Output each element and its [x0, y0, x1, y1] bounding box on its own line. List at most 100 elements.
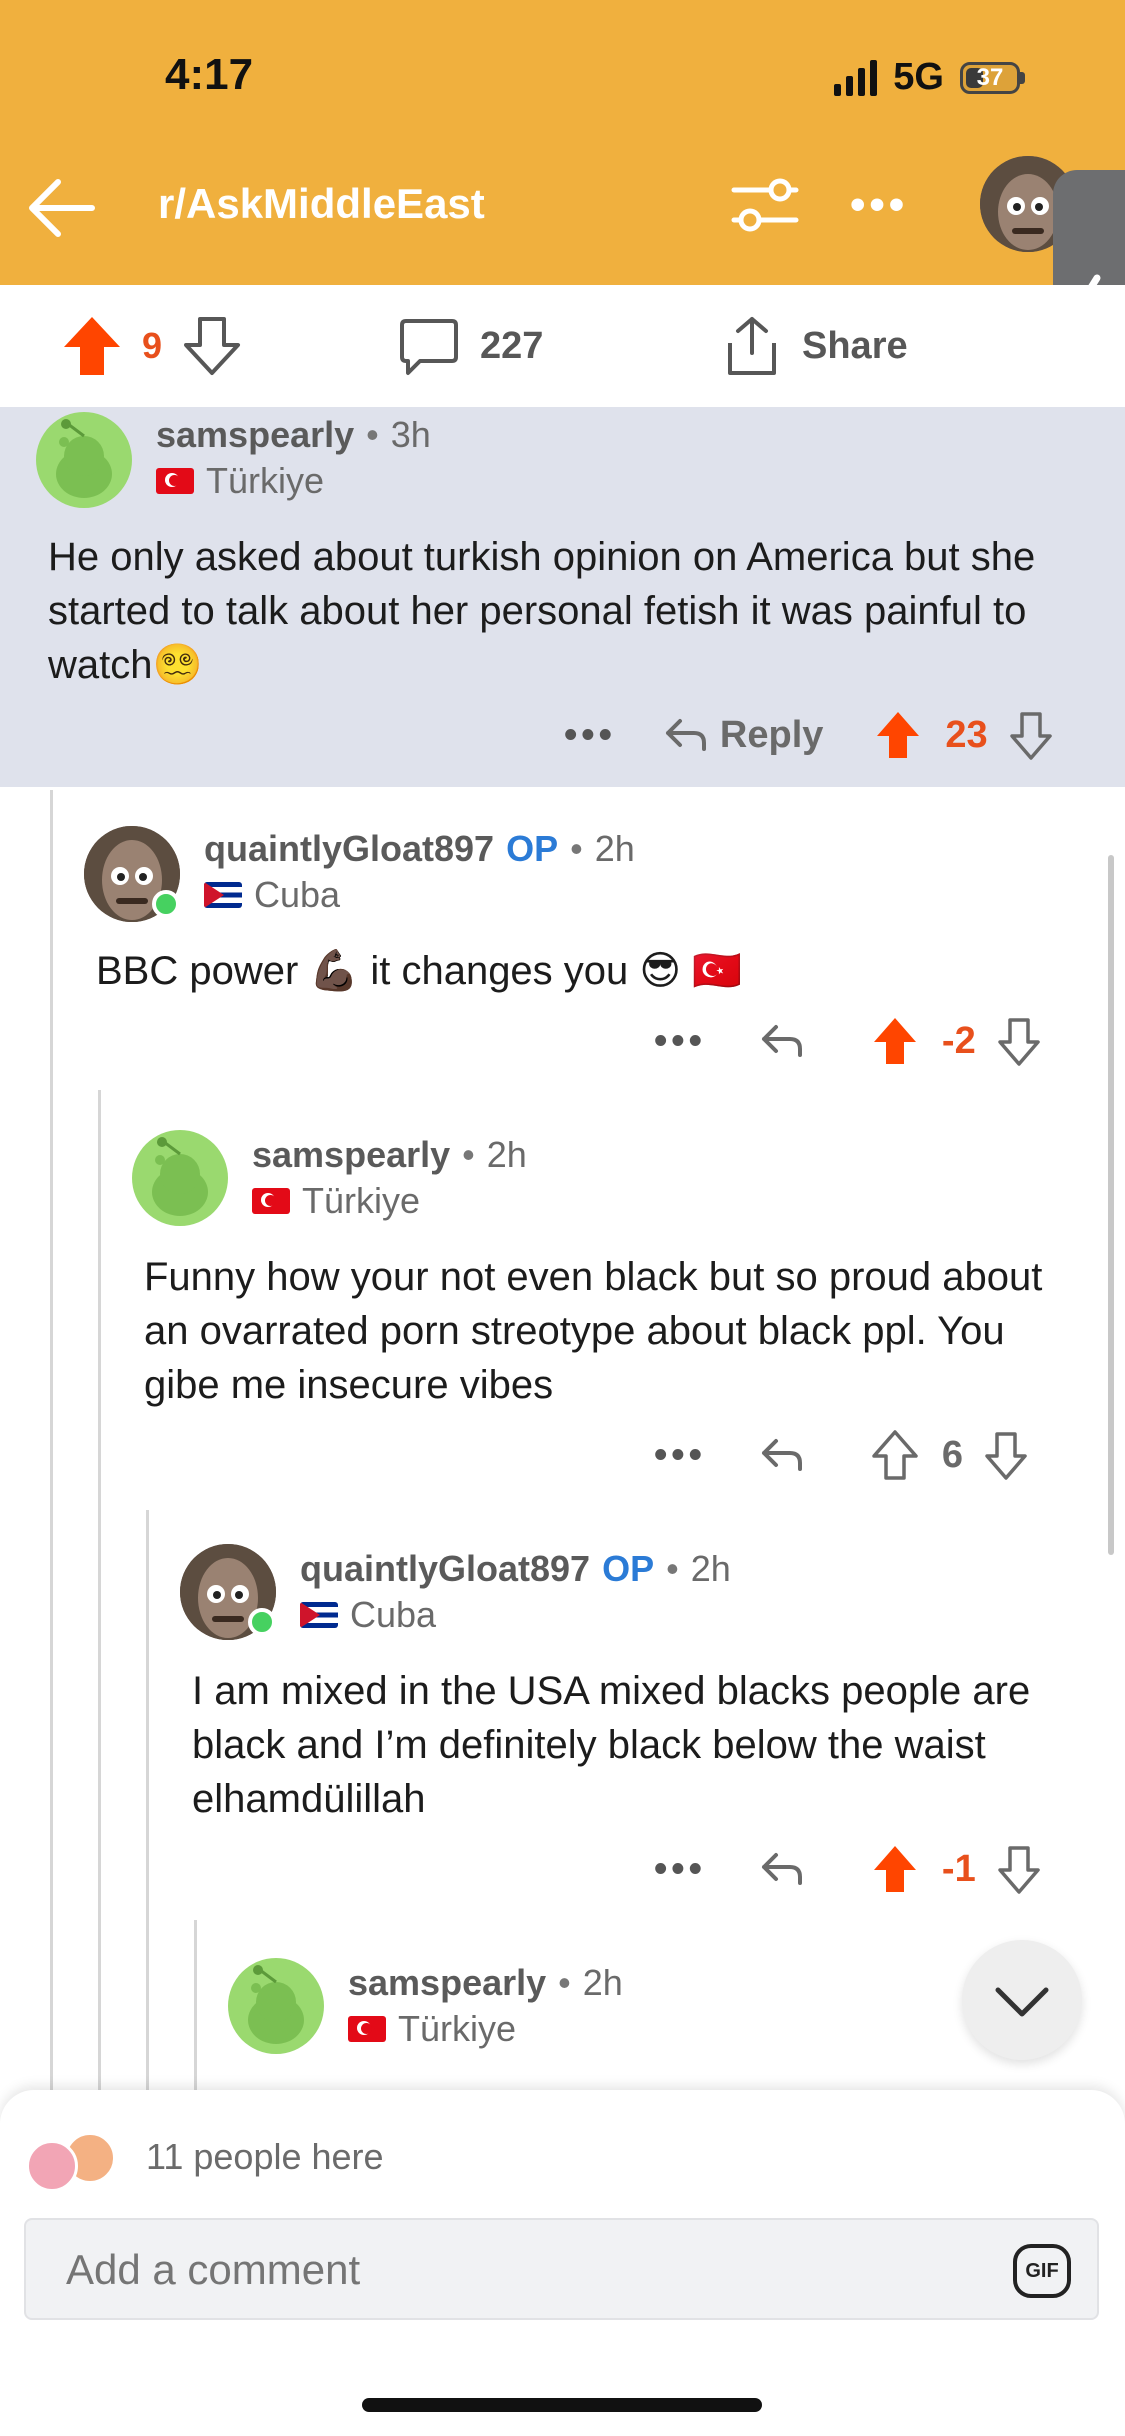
user-flair: Türkiye: [302, 1180, 421, 1221]
turkey-flag-icon: [348, 2016, 386, 2042]
scrollbar[interactable]: [1108, 855, 1114, 1555]
comment-toolbar: ••• -1: [654, 1844, 1042, 1894]
reply-icon[interactable]: [760, 1849, 804, 1889]
comment-toolbar: ••• -2: [654, 1016, 1042, 1066]
op-badge: OP: [506, 828, 559, 869]
user-flair: Türkiye: [398, 2008, 517, 2049]
comment-bubble-icon: [400, 319, 458, 375]
thread-line: [146, 1510, 149, 2090]
signal-icon: [834, 59, 878, 96]
back-arrow-icon[interactable]: [22, 168, 102, 248]
downvote-icon[interactable]: [1008, 710, 1054, 760]
comment-header: quaintlyGloat897 OP • 2h Cuba: [300, 1548, 731, 1635]
downvote-icon[interactable]: [182, 315, 242, 377]
gif-label: GIF: [1025, 2259, 1059, 2282]
post-upvote-count: 9: [142, 325, 163, 366]
more-icon[interactable]: •••: [654, 1848, 706, 1891]
online-indicator: [248, 1608, 276, 1636]
presence-count: 11 people here: [146, 2136, 384, 2177]
downvote-icon[interactable]: [996, 1844, 1042, 1894]
more-options-icon[interactable]: •••: [850, 180, 908, 230]
thread-line: [50, 790, 53, 2090]
snoo-avatar-icon: [152, 1137, 208, 1216]
comment-body: He only asked about turkish opinion on A…: [48, 535, 1036, 687]
network-type: 5G: [893, 56, 944, 98]
comment-body: BBC power 💪🏿 it changes you 😎 🇹🇷: [96, 949, 743, 993]
user-flair: Cuba: [254, 874, 341, 915]
comment-input[interactable]: [66, 2246, 926, 2294]
comment-age: 3h: [390, 414, 431, 455]
comment-age: 2h: [594, 828, 635, 869]
comment-age: 2h: [582, 1962, 623, 2003]
comment-toolbar: ••• Reply 23: [564, 710, 1054, 760]
comment-score: -2: [941, 1019, 976, 1062]
online-indicator: [152, 890, 180, 918]
snoo-avatar-icon: [56, 419, 112, 498]
avatar[interactable]: [36, 412, 132, 508]
presence-avatars: [26, 2132, 136, 2192]
upvote-icon[interactable]: [872, 1430, 918, 1480]
comment-header: samspearly • 3h Türkiye: [156, 414, 431, 501]
comment-age: 2h: [486, 1134, 527, 1175]
share-icon: [728, 317, 776, 375]
comment-body: I am mixed in the USA mixed blacks peopl…: [192, 1669, 1031, 1821]
comment-username[interactable]: samspearly: [348, 1962, 546, 2004]
turkey-flag-icon: [252, 1188, 290, 1214]
comment-age: 2h: [690, 1548, 731, 1589]
thread-line: [98, 1090, 101, 2090]
more-icon[interactable]: •••: [654, 1020, 706, 1063]
user-flair: Cuba: [350, 1594, 437, 1635]
reply-icon: [665, 719, 706, 751]
thread-line: [194, 1920, 197, 2090]
more-icon[interactable]: •••: [564, 714, 616, 757]
upvote-filled-icon[interactable]: [62, 315, 122, 377]
upvote-filled-icon[interactable]: [875, 710, 921, 760]
user-flair: Türkiye: [206, 460, 325, 501]
comment-score: -1: [941, 1847, 976, 1890]
comments-button[interactable]: 227: [398, 315, 543, 377]
comment-header: samspearly • 2h Türkiye: [348, 1962, 623, 2049]
comment-username[interactable]: samspearly: [252, 1134, 450, 1176]
comment-input-box[interactable]: GIF: [24, 2218, 1099, 2320]
share-button[interactable]: Share: [722, 315, 908, 377]
comment-score: 23: [945, 713, 988, 756]
cuba-flag-icon: [300, 1602, 338, 1628]
reply-icon[interactable]: [760, 1435, 804, 1475]
comment-toolbar: ••• 6: [654, 1430, 1029, 1480]
comment-score: 6: [941, 1433, 964, 1476]
op-badge: OP: [602, 1548, 655, 1589]
gif-button[interactable]: GIF: [1013, 2244, 1071, 2298]
downvote-icon[interactable]: [983, 1430, 1029, 1480]
status-time: 4:17: [165, 50, 254, 99]
status-indicators: 5G 37: [834, 56, 1025, 99]
avatar: [26, 2140, 78, 2192]
avatar[interactable]: [228, 1958, 324, 2054]
battery-level: 37: [976, 63, 1004, 91]
more-icon[interactable]: •••: [654, 1434, 706, 1477]
comment-body: Funny how your not even black but so pro…: [144, 1255, 1043, 1407]
reply-label: Reply: [719, 713, 824, 756]
downvote-icon[interactable]: [996, 1016, 1042, 1066]
comment-count: 227: [480, 324, 544, 367]
comment-username[interactable]: quaintlyGloat897: [204, 828, 494, 870]
home-indicator[interactable]: [362, 2398, 762, 2412]
cuba-flag-icon: [204, 882, 242, 908]
header: 4:17 5G 37 r/AskMiddleEast •••: [0, 0, 1125, 285]
next-comment-button[interactable]: [962, 1940, 1082, 2060]
filter-icon[interactable]: [728, 170, 802, 240]
chevron-down-icon: [995, 1987, 1049, 2017]
reply-icon[interactable]: [760, 1021, 804, 1061]
post-vote-group: 9: [62, 315, 242, 377]
share-label: Share: [802, 324, 908, 367]
reply-button[interactable]: Reply: [664, 714, 823, 757]
comment-username[interactable]: quaintlyGloat897: [300, 1548, 590, 1590]
battery-icon: 37: [960, 61, 1020, 94]
post-action-bar: 9 227 Share: [0, 285, 1125, 407]
snoo-avatar-icon: [248, 1965, 304, 2044]
upvote-filled-icon[interactable]: [872, 1844, 918, 1894]
upvote-filled-icon[interactable]: [872, 1016, 918, 1066]
avatar[interactable]: [132, 1130, 228, 1226]
comment-username[interactable]: samspearly: [156, 414, 354, 456]
subreddit-title[interactable]: r/AskMiddleEast: [158, 180, 485, 228]
turkey-flag-icon: [156, 468, 194, 494]
